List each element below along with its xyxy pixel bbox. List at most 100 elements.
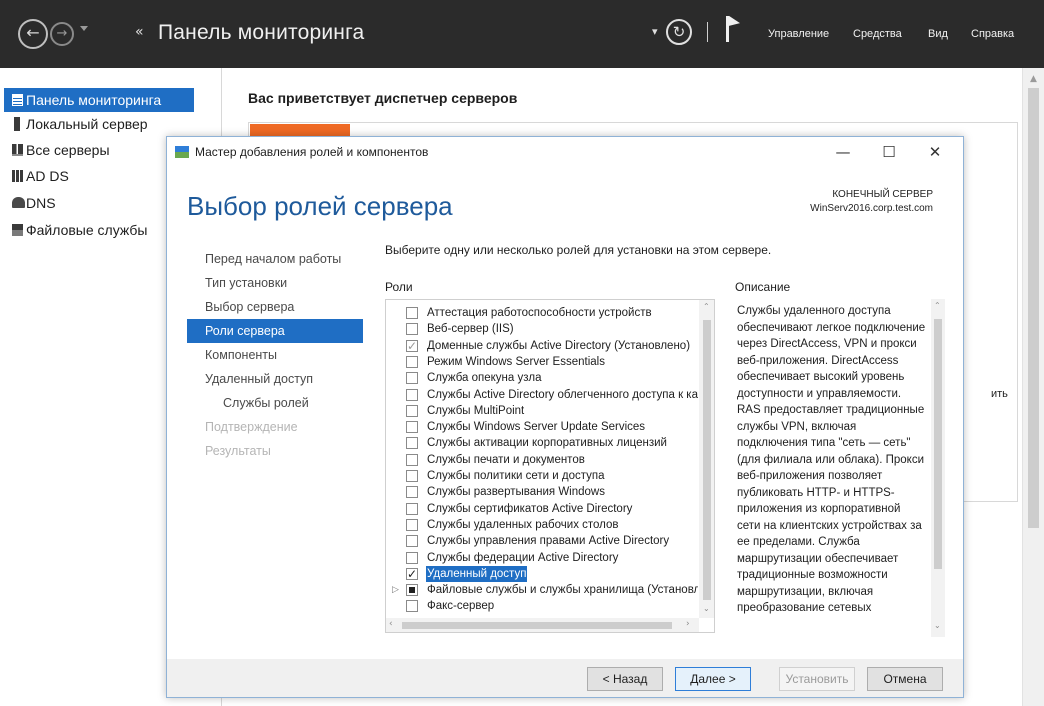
step-features[interactable]: Компоненты <box>187 343 363 367</box>
roles-vertical-scrollbar[interactable]: ⌃ ⌄ <box>699 300 714 618</box>
role-description-panel: Службы удаленного доступа обеспечивают л… <box>729 299 951 643</box>
role-item[interactable]: Службы сертификатов Active Directory <box>386 501 698 517</box>
page-title: Панель мониторинга <box>158 21 365 44</box>
roles-tree-list[interactable]: Аттестация работоспособности устройств Ве… <box>385 299 715 633</box>
breadcrumb-arrows[interactable]: « <box>135 24 144 40</box>
role-checkbox[interactable] <box>406 372 418 385</box>
role-checkbox[interactable] <box>406 551 418 564</box>
partial-text: ить <box>991 388 1008 400</box>
role-checkbox[interactable] <box>406 437 418 450</box>
role-checkbox[interactable] <box>406 600 418 613</box>
roles-horizontal-scrollbar[interactable]: ‹ › <box>386 618 699 632</box>
step-remote-access[interactable]: Удаленный доступ <box>187 367 363 391</box>
role-checkbox[interactable] <box>406 323 418 336</box>
sidebar-item-label: Файловые службы <box>26 222 148 238</box>
refresh-icon[interactable]: ↻ <box>666 19 692 45</box>
role-item[interactable]: Службы Active Directory облегченного дос… <box>386 387 698 403</box>
welcome-heading: Вас приветствует диспетчер серверов <box>248 90 518 106</box>
step-server-roles[interactable]: Роли сервера <box>187 319 363 343</box>
role-item[interactable]: Аттестация работоспособности устройств <box>386 305 698 321</box>
role-label: Веб-сервер (IIS) <box>427 323 514 336</box>
role-checkbox[interactable] <box>406 355 418 368</box>
step-installation-type[interactable]: Тип установки <box>187 271 363 295</box>
scroll-up-icon[interactable]: ⌃ <box>703 302 710 311</box>
role-checkbox[interactable] <box>406 470 418 482</box>
role-checkbox[interactable] <box>406 566 418 582</box>
wizard-app-icon <box>175 146 189 158</box>
role-item[interactable]: Доменные службы Active Directory (Устано… <box>386 338 698 354</box>
role-item[interactable]: Службы активации корпоративных лицензий <box>386 435 698 451</box>
scroll-up-icon[interactable]: ▲ <box>1030 74 1037 84</box>
scrollbar-thumb[interactable] <box>1028 88 1039 528</box>
role-checkbox[interactable] <box>406 453 418 466</box>
step-results: Результаты <box>205 444 271 458</box>
role-checkbox[interactable] <box>406 404 418 417</box>
menu-tools[interactable]: Средства <box>853 28 902 40</box>
role-checkbox[interactable] <box>406 584 418 597</box>
sidebar-item-label: Локальный сервер <box>26 116 148 132</box>
role-label: Службы печати и документов <box>427 453 585 466</box>
role-item[interactable]: Факс-сервер <box>386 598 698 614</box>
maximize-icon[interactable]: ☐ <box>871 141 907 163</box>
cancel-button[interactable]: Отмена <box>867 667 943 691</box>
role-item[interactable]: Службы развертывания Windows <box>386 484 698 500</box>
role-item[interactable]: Службы управления правами Active Directo… <box>386 533 698 549</box>
scroll-left-icon[interactable]: ‹ <box>389 619 393 629</box>
role-item[interactable]: Удаленный доступ <box>386 565 698 582</box>
role-checkbox[interactable] <box>406 307 418 319</box>
scrollbar-thumb[interactable] <box>402 622 672 629</box>
notifications-flag-icon[interactable] <box>726 15 742 42</box>
scrollbar-thumb[interactable] <box>934 319 942 569</box>
menu-manage[interactable]: Управление <box>768 28 829 40</box>
role-label: Службы Active Directory облегченного дос… <box>427 388 698 401</box>
add-roles-wizard-dialog: Мастер добавления ролей и компонентов — … <box>166 136 964 698</box>
role-label: Службы политики сети и доступа <box>427 470 605 482</box>
wizard-titlebar[interactable]: Мастер добавления ролей и компонентов — … <box>167 137 963 167</box>
role-item[interactable]: ▷ Файловые службы и службы хранилища (Уст… <box>386 582 698 598</box>
scroll-right-icon[interactable]: › <box>686 619 690 629</box>
main-scrollbar[interactable]: ▲ <box>1022 68 1044 706</box>
minimize-icon[interactable]: — <box>825 141 861 163</box>
forward-arrow-icon[interactable]: → <box>50 22 74 46</box>
role-item[interactable]: Службы Windows Server Update Services <box>386 419 698 435</box>
role-checkbox[interactable] <box>406 388 418 401</box>
next-button[interactable]: Далее > <box>675 667 751 691</box>
back-button[interactable]: < Назад <box>587 667 663 691</box>
sidebar-item-dashboard[interactable]: Панель мониторинга <box>4 88 194 112</box>
role-item[interactable]: Службы MultiPoint <box>386 403 698 419</box>
role-description-text: Службы удаленного доступа обеспечивают л… <box>737 305 926 614</box>
role-checkbox[interactable] <box>406 421 418 434</box>
step-role-services[interactable]: Службы ролей <box>187 391 363 415</box>
description-scrollbar[interactable]: ⌃ ⌄ <box>931 299 945 637</box>
history-dropdown-icon[interactable] <box>80 26 88 31</box>
back-arrow-icon[interactable]: ← <box>18 19 48 49</box>
scroll-down-icon[interactable]: ⌄ <box>703 604 710 613</box>
scrollbar-thumb[interactable] <box>703 320 711 600</box>
refresh-dropdown-icon[interactable]: ▾ <box>652 25 658 38</box>
menu-view[interactable]: Вид <box>928 28 948 40</box>
step-confirmation: Подтверждение <box>205 420 298 434</box>
step-server-selection[interactable]: Выбор сервера <box>187 295 363 319</box>
scroll-down-icon[interactable]: ⌄ <box>934 621 941 630</box>
role-item[interactable]: Службы политики сети и доступа <box>386 468 698 484</box>
role-item[interactable]: Службы печати и документов <box>386 452 698 468</box>
role-item[interactable]: Службы федерации Active Directory <box>386 550 698 566</box>
sidebar-item-label: AD DS <box>26 168 69 184</box>
role-label: Удаленный доступ <box>426 565 528 582</box>
role-checkbox[interactable] <box>406 502 418 515</box>
role-checkbox[interactable] <box>406 518 418 531</box>
roles-instruction: Выберите одну или несколько ролей для ус… <box>385 243 772 257</box>
expand-arrow-icon[interactable]: ▷ <box>392 582 399 598</box>
role-checkbox[interactable] <box>406 338 418 354</box>
step-before-you-begin[interactable]: Перед началом работы <box>187 247 363 271</box>
role-item[interactable]: Служба опекуна узла <box>386 370 698 386</box>
role-item[interactable]: Службы удаленных рабочих столов <box>386 517 698 533</box>
role-checkbox[interactable] <box>406 486 418 499</box>
scroll-up-icon[interactable]: ⌃ <box>934 301 941 310</box>
role-item[interactable]: Веб-сервер (IIS) <box>386 321 698 337</box>
menu-help[interactable]: Справка <box>971 28 1014 40</box>
role-item[interactable]: Режим Windows Server Essentials <box>386 354 698 370</box>
role-checkbox[interactable] <box>406 535 418 548</box>
sidebar-item-local-server[interactable]: Локальный сервер <box>4 112 194 136</box>
close-icon[interactable]: ✕ <box>917 141 953 163</box>
